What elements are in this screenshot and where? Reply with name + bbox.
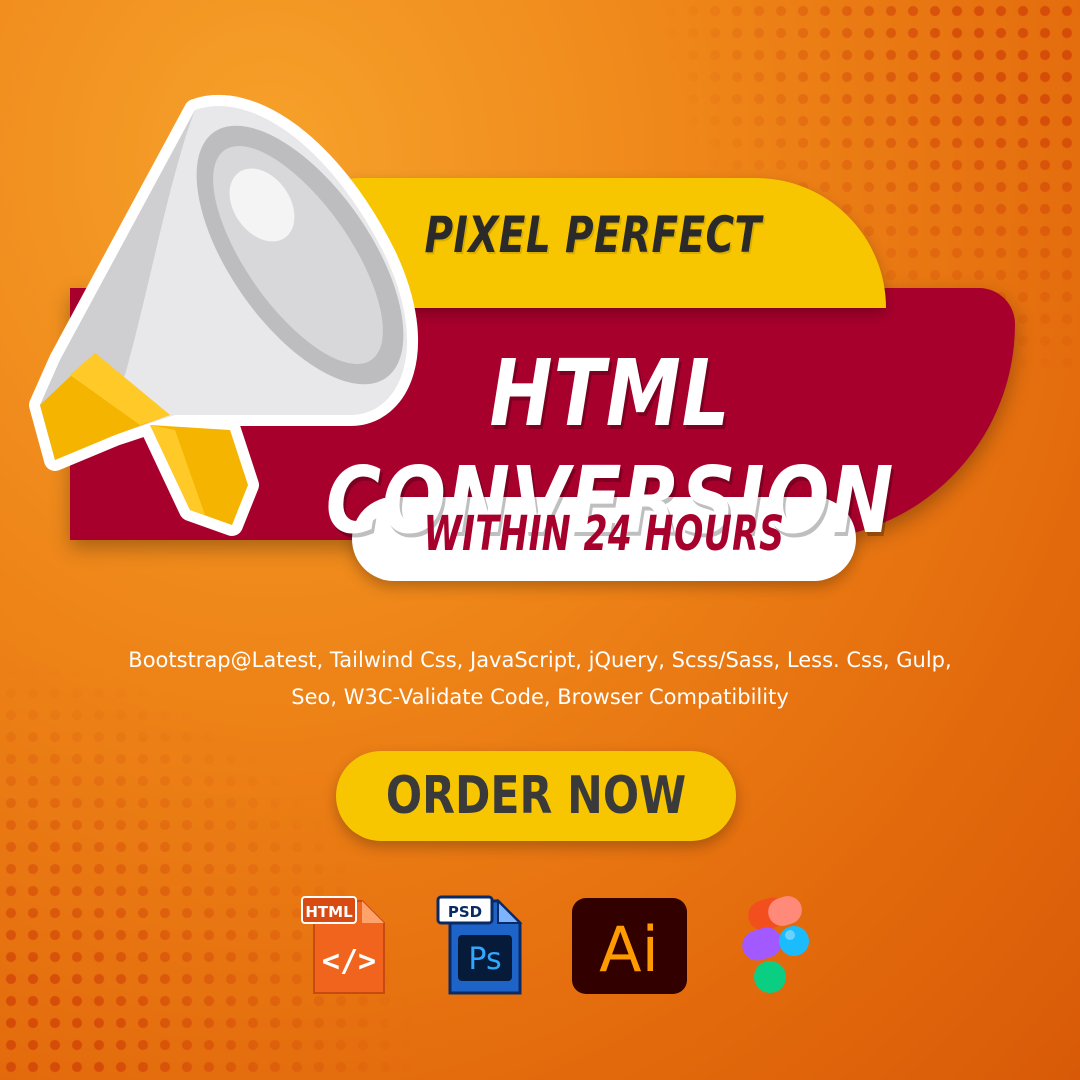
tech-line-1: Bootstrap@Latest, Tailwind Css, JavaScri… [128,648,952,672]
psd-glyph-text: Ps [468,942,501,977]
tagline-text: PIXEL PERFECT [424,206,762,264]
subline-text: WITHIN 24 HOURS [423,506,785,562]
html-badge-text: HTML [305,903,353,921]
tech-stack-text: Bootstrap@Latest, Tailwind Css, JavaScri… [60,642,1020,716]
tech-line-2: Seo, W3C-Validate Code, Browser Compatib… [291,685,789,709]
html-file-icon: HTML </> [300,893,390,997]
order-now-button[interactable]: ORDER NOW [336,751,736,841]
html-glyph-text: </> [322,944,376,979]
psd-badge-text: PSD [448,903,482,921]
promo-canvas: PIXEL PERFECT HTML CONVERSION WITHIN 24 … [0,0,1080,1080]
figma-icon [732,893,818,1001]
illustrator-icon: Ai [572,898,687,994]
ai-glyph-text: Ai [599,913,659,986]
order-now-label: ORDER NOW [385,766,687,826]
photoshop-file-icon: PSD Ps [436,893,526,997]
